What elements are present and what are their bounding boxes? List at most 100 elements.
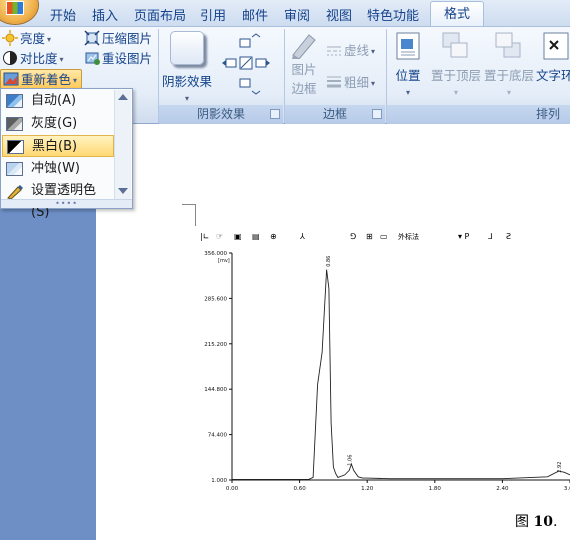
chevron-down-icon: ▾: [506, 88, 511, 97]
y-tick-label: 144.800: [204, 387, 227, 393]
x-tick-label: 1.80: [429, 486, 442, 492]
tab-view[interactable]: 视图: [323, 7, 355, 26]
y-tick-label: 74.400: [208, 433, 228, 439]
toolbar-glyph: ▣: [234, 232, 242, 241]
toolbar-glyph: ⅁: [350, 232, 356, 241]
tab-insert[interactable]: 插入: [88, 7, 122, 26]
toolbar-glyph: ⅃: [488, 232, 492, 241]
peak-label: 0.86: [326, 256, 332, 267]
border-group-label: 边框: [285, 105, 385, 124]
chart-peak-labels: 0.861.062.92: [326, 256, 563, 473]
border-dialog-launcher[interactable]: [372, 109, 382, 119]
chromatogram-image[interactable]: |∟ ☞ ▣ ▤ ⊕ ⅄ ⅁ ⊞ ▭ 外标法 ▾ P ⅃ Ƨ 0.00 0.60 1…: [196, 225, 570, 500]
shadow-group-label: 阴影效果: [159, 105, 283, 124]
recolor-menu-item[interactable]: 灰度(G): [2, 113, 114, 135]
recolor-menu-item-label: 灰度(G): [31, 115, 78, 131]
tab-page-layout[interactable]: 页面布局: [131, 7, 189, 26]
tab-review[interactable]: 审阅: [281, 7, 313, 26]
chart-ticks: 0.00 0.60 1.20 1.80 2.40 3.00 1.000 74.400 144.8…: [204, 251, 570, 492]
recolor-menu-item[interactable]: 黑白(B): [2, 135, 114, 157]
toolbar-glyph: ⊕: [270, 232, 277, 241]
office-button[interactable]: [0, 0, 38, 24]
recolor-menu-item[interactable]: 自动(A): [2, 90, 114, 112]
dashes-button[interactable]: 虚线 ▾: [326, 41, 375, 61]
contrast-button[interactable]: 对比度 ▾: [2, 49, 64, 69]
chart-toolbar: |∟ ☞ ▣ ▤ ⊕ ⅄ ⅁ ⊞ ▭ 外标法 ▾ P ⅃ Ƨ: [200, 232, 511, 241]
tab-references[interactable]: 引用: [197, 7, 229, 26]
chevron-down-icon: ▾: [184, 94, 189, 103]
toolbar-glyph: ▾ P: [458, 232, 470, 241]
position-button[interactable]: 位置 ▾: [390, 29, 426, 101]
text-wrapping-label: 文字环: [536, 68, 570, 83]
y-tick-label: 285.600: [204, 296, 227, 302]
x-tick-label: 2.40: [496, 486, 509, 492]
brightness-button[interactable]: 亮度 ▾: [2, 29, 51, 49]
recolor-dropdown-menu: 自动(A) 灰度(G) 黑白(B) 冲蚀(W) 设置透明色(S) ••••: [0, 88, 133, 220]
recolor-menu-item-label: 黑白(B): [32, 139, 78, 154]
toolbar-glyph: ▤: [252, 232, 260, 241]
caption-prefix: 图: [515, 514, 534, 530]
position-label: 位置: [395, 68, 421, 83]
caption-suffix: .: [552, 514, 558, 530]
bring-to-front-icon: [441, 31, 471, 61]
recolor-menu-item[interactable]: 冲蚀(W): [2, 158, 114, 180]
bring-to-front-button[interactable]: 置于顶层 ▾: [430, 29, 482, 101]
ribbon-tab-bar: 开始 插入 页面布局 引用 邮件 审阅 视图 特色功能 格式: [0, 0, 570, 27]
chromatogram-svg: |∟ ☞ ▣ ▤ ⊕ ⅄ ⅁ ⊞ ▭ 外标法 ▾ P ⅃ Ƨ 0.00 0.60 1…: [200, 232, 570, 492]
y-tick-label: 1.000: [211, 478, 227, 484]
tab-special-features[interactable]: 特色功能: [364, 7, 422, 26]
arrange-group-label: 排列: [387, 105, 570, 124]
toolbar-glyph: ⅄: [299, 232, 305, 241]
reset-picture-button[interactable]: 重设图片: [84, 49, 152, 69]
caption-number: 10: [533, 514, 553, 530]
picture-border-label-2: 边框: [291, 81, 317, 96]
toolbar-glyph: Ƨ: [506, 232, 511, 241]
menu-scrollbar[interactable]: [114, 90, 131, 199]
tab-mailings[interactable]: 邮件: [239, 7, 271, 26]
compress-icon: [84, 30, 100, 46]
scroll-up-icon[interactable]: [118, 94, 128, 100]
weight-button[interactable]: 粗细 ▾: [326, 73, 375, 93]
bring-to-front-label: 置于顶层: [430, 68, 481, 83]
peak-label: 1.06: [347, 455, 353, 466]
office-logo-icon: [6, 1, 24, 15]
send-to-back-button[interactable]: 置于底层 ▾: [483, 29, 535, 101]
recolor-menu-item-label: 自动(A): [31, 93, 77, 108]
margin-mark: [195, 204, 196, 226]
y-tick-label: 215.200: [204, 342, 227, 348]
dashes-icon: [326, 42, 342, 58]
shadow-dialog-launcher[interactable]: [270, 109, 280, 119]
washout-icon: [6, 161, 23, 176]
scroll-down-icon[interactable]: [118, 188, 128, 194]
tab-format[interactable]: 格式: [430, 1, 484, 27]
auto-color-icon: [6, 94, 23, 108]
text-wrapping-button[interactable]: 文字环: [536, 29, 570, 101]
figure-caption: 图 10.: [515, 511, 557, 531]
y-tick-label: 356.000: [204, 251, 227, 257]
shadow-nudge-controls[interactable]: [218, 33, 280, 99]
tab-home[interactable]: 开始: [48, 7, 78, 26]
recolor-menu-item-label: 冲蚀(W): [31, 160, 80, 176]
chart-axes: [231, 253, 570, 481]
shadow-effects-button[interactable]: 阴影效果 ▾: [162, 29, 212, 103]
picture-border-button[interactable]: 图片 边框: [286, 29, 322, 101]
pencil-icon: [289, 31, 319, 60]
text-wrap-icon: [542, 31, 570, 61]
sun-icon: [2, 30, 18, 46]
toolbar-glyph: |∟: [200, 232, 209, 241]
toolbar-glyph: ⊞: [366, 232, 373, 241]
contrast-icon: [2, 50, 18, 66]
compress-pictures-button[interactable]: 压缩图片: [84, 29, 152, 49]
x-tick-label: 3.00: [564, 486, 570, 492]
chevron-down-icon: ▾: [405, 88, 410, 97]
x-tick-label: 0.60: [293, 486, 306, 492]
picture-border-label-1: 图片: [291, 62, 317, 77]
toolbar-glyph: ☞: [216, 232, 223, 241]
x-tick-label: 0.00: [226, 486, 239, 492]
recolor-icon: [3, 71, 19, 87]
reset-picture-icon: [84, 50, 100, 66]
menu-resize-grip[interactable]: ••••: [1, 199, 132, 208]
recolor-button[interactable]: 重新着色 ▾: [0, 69, 82, 89]
y-unit-label: [mv]: [218, 258, 230, 264]
grayscale-icon: [6, 116, 23, 131]
